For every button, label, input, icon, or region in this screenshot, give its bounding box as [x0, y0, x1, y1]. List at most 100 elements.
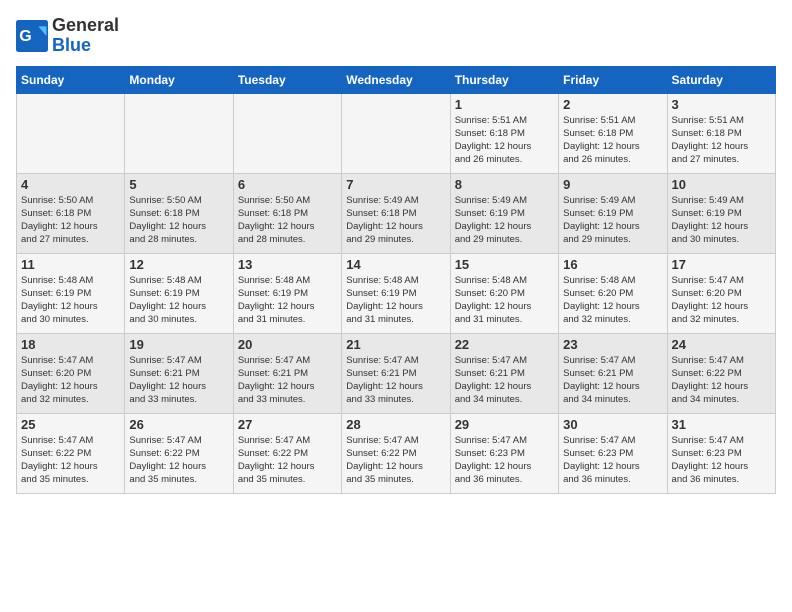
day-number: 20: [238, 337, 337, 352]
day-number: 29: [455, 417, 554, 432]
day-info: Sunrise: 5:47 AMSunset: 6:22 PMDaylight:…: [129, 434, 228, 487]
weekday-header-monday: Monday: [125, 66, 233, 93]
calendar-cell: 30 Sunrise: 5:47 AMSunset: 6:23 PMDayligh…: [559, 413, 667, 493]
calendar-cell: 2 Sunrise: 5:51 AMSunset: 6:18 PMDaylight…: [559, 93, 667, 173]
day-number: 2: [563, 97, 662, 112]
day-info: Sunrise: 5:47 AMSunset: 6:21 PMDaylight:…: [238, 354, 337, 407]
calendar-cell: 9 Sunrise: 5:49 AMSunset: 6:19 PMDaylight…: [559, 173, 667, 253]
day-info: Sunrise: 5:48 AMSunset: 6:19 PMDaylight:…: [238, 274, 337, 327]
calendar-cell: 28Sunrise: 5:47 AMSunset: 6:22 PMDayligh…: [342, 413, 450, 493]
calendar-cell: 8 Sunrise: 5:49 AMSunset: 6:19 PMDaylight…: [450, 173, 558, 253]
calendar-cell: 7Sunrise: 5:49 AMSunset: 6:18 PMDaylight…: [342, 173, 450, 253]
svg-text:G: G: [19, 28, 31, 45]
calendar-week-5: 25 Sunrise: 5:47 AMSunset: 6:22 PMDayligh…: [17, 413, 776, 493]
day-info: Sunrise: 5:47 AMSunset: 6:22 PMDaylight:…: [672, 354, 771, 407]
day-info: Sunrise: 5:50 AMSunset: 6:18 PMDaylight:…: [238, 194, 337, 247]
calendar-cell: 6 Sunrise: 5:50 AMSunset: 6:18 PMDaylight…: [233, 173, 341, 253]
day-number: 17: [672, 257, 771, 272]
day-number: 11: [21, 257, 120, 272]
calendar-cell: 24 Sunrise: 5:47 AMSunset: 6:22 PMDayligh…: [667, 333, 775, 413]
day-number: 4: [21, 177, 120, 192]
day-info: Sunrise: 5:47 AMSunset: 6:21 PMDaylight:…: [563, 354, 662, 407]
calendar-week-4: 18 Sunrise: 5:47 AMSunset: 6:20 PMDayligh…: [17, 333, 776, 413]
weekday-header-thursday: Thursday: [450, 66, 558, 93]
day-info: Sunrise: 5:49 AMSunset: 6:19 PMDaylight:…: [672, 194, 771, 247]
day-info: Sunrise: 5:50 AMSunset: 6:18 PMDaylight:…: [21, 194, 120, 247]
day-info: Sunrise: 5:48 AMSunset: 6:20 PMDaylight:…: [455, 274, 554, 327]
calendar-cell: 13 Sunrise: 5:48 AMSunset: 6:19 PMDayligh…: [233, 253, 341, 333]
calendar-cell: 16Sunrise: 5:48 AMSunset: 6:20 PMDayligh…: [559, 253, 667, 333]
weekday-header-wednesday: Wednesday: [342, 66, 450, 93]
day-number: 31: [672, 417, 771, 432]
weekday-header-saturday: Saturday: [667, 66, 775, 93]
weekday-header-row: SundayMondayTuesdayWednesdayThursdayFrid…: [17, 66, 776, 93]
weekday-header-sunday: Sunday: [17, 66, 125, 93]
day-info: Sunrise: 5:49 AMSunset: 6:19 PMDaylight:…: [563, 194, 662, 247]
day-number: 6: [238, 177, 337, 192]
day-number: 12: [129, 257, 228, 272]
calendar-cell: 15Sunrise: 5:48 AMSunset: 6:20 PMDayligh…: [450, 253, 558, 333]
day-info: Sunrise: 5:47 AMSunset: 6:22 PMDaylight:…: [21, 434, 120, 487]
calendar-cell: 22 Sunrise: 5:47 AMSunset: 6:21 PMDayligh…: [450, 333, 558, 413]
day-info: Sunrise: 5:47 AMSunset: 6:20 PMDaylight:…: [21, 354, 120, 407]
calendar-cell: 31 Sunrise: 5:47 AMSunset: 6:23 PMDayligh…: [667, 413, 775, 493]
calendar-cell: 25 Sunrise: 5:47 AMSunset: 6:22 PMDayligh…: [17, 413, 125, 493]
day-info: Sunrise: 5:47 AMSunset: 6:21 PMDaylight:…: [129, 354, 228, 407]
day-info: Sunrise: 5:47 AMSunset: 6:22 PMDaylight:…: [238, 434, 337, 487]
calendar-cell: [233, 93, 341, 173]
calendar-cell: 23Sunrise: 5:47 AMSunset: 6:21 PMDayligh…: [559, 333, 667, 413]
day-info: Sunrise: 5:47 AMSunset: 6:21 PMDaylight:…: [455, 354, 554, 407]
calendar-cell: [17, 93, 125, 173]
calendar-cell: 18 Sunrise: 5:47 AMSunset: 6:20 PMDayligh…: [17, 333, 125, 413]
calendar-week-2: 4 Sunrise: 5:50 AMSunset: 6:18 PMDaylight…: [17, 173, 776, 253]
day-number: 8: [455, 177, 554, 192]
calendar-cell: 14 Sunrise: 5:48 AMSunset: 6:19 PMDayligh…: [342, 253, 450, 333]
day-info: Sunrise: 5:47 AMSunset: 6:22 PMDaylight:…: [346, 434, 445, 487]
logo-general-text: General: [52, 15, 119, 35]
day-number: 25: [21, 417, 120, 432]
day-info: Sunrise: 5:47 AMSunset: 6:23 PMDaylight:…: [455, 434, 554, 487]
day-number: 26: [129, 417, 228, 432]
day-number: 18: [21, 337, 120, 352]
day-number: 22: [455, 337, 554, 352]
day-info: Sunrise: 5:48 AMSunset: 6:19 PMDaylight:…: [21, 274, 120, 327]
day-info: Sunrise: 5:47 AMSunset: 6:21 PMDaylight:…: [346, 354, 445, 407]
day-info: Sunrise: 5:48 AMSunset: 6:19 PMDaylight:…: [129, 274, 228, 327]
day-number: 27: [238, 417, 337, 432]
weekday-header-tuesday: Tuesday: [233, 66, 341, 93]
calendar-week-1: 1 Sunrise: 5:51 AMSunset: 6:18 PMDaylight…: [17, 93, 776, 173]
logo: G General Blue: [16, 16, 119, 56]
day-info: Sunrise: 5:48 AMSunset: 6:19 PMDaylight:…: [346, 274, 445, 327]
day-number: 5: [129, 177, 228, 192]
day-number: 19: [129, 337, 228, 352]
calendar-cell: 17Sunrise: 5:47 AMSunset: 6:20 PMDayligh…: [667, 253, 775, 333]
day-number: 14: [346, 257, 445, 272]
day-info: Sunrise: 5:49 AMSunset: 6:19 PMDaylight:…: [455, 194, 554, 247]
day-number: 24: [672, 337, 771, 352]
calendar-cell: [342, 93, 450, 173]
calendar-cell: 5 Sunrise: 5:50 AMSunset: 6:18 PMDaylight…: [125, 173, 233, 253]
calendar-cell: 4 Sunrise: 5:50 AMSunset: 6:18 PMDaylight…: [17, 173, 125, 253]
day-info: Sunrise: 5:47 AMSunset: 6:23 PMDaylight:…: [672, 434, 771, 487]
day-number: 13: [238, 257, 337, 272]
calendar-cell: 3Sunrise: 5:51 AMSunset: 6:18 PMDaylight…: [667, 93, 775, 173]
calendar-cell: 10 Sunrise: 5:49 AMSunset: 6:19 PMDayligh…: [667, 173, 775, 253]
calendar-cell: [125, 93, 233, 173]
day-number: 30: [563, 417, 662, 432]
calendar-cell: 1 Sunrise: 5:51 AMSunset: 6:18 PMDaylight…: [450, 93, 558, 173]
day-info: Sunrise: 5:47 AMSunset: 6:23 PMDaylight:…: [563, 434, 662, 487]
calendar-cell: 20 Sunrise: 5:47 AMSunset: 6:21 PMDayligh…: [233, 333, 341, 413]
calendar-cell: 21Sunrise: 5:47 AMSunset: 6:21 PMDayligh…: [342, 333, 450, 413]
day-number: 1: [455, 97, 554, 112]
day-info: Sunrise: 5:51 AMSunset: 6:18 PMDaylight:…: [563, 114, 662, 167]
calendar-cell: 29 Sunrise: 5:47 AMSunset: 6:23 PMDayligh…: [450, 413, 558, 493]
page-header: G General Blue: [16, 16, 776, 56]
day-info: Sunrise: 5:49 AMSunset: 6:18 PMDaylight:…: [346, 194, 445, 247]
calendar-week-3: 11 Sunrise: 5:48 AMSunset: 6:19 PMDayligh…: [17, 253, 776, 333]
calendar-cell: 26 Sunrise: 5:47 AMSunset: 6:22 PMDayligh…: [125, 413, 233, 493]
day-info: Sunrise: 5:50 AMSunset: 6:18 PMDaylight:…: [129, 194, 228, 247]
day-number: 9: [563, 177, 662, 192]
day-info: Sunrise: 5:51 AMSunset: 6:18 PMDaylight:…: [455, 114, 554, 167]
logo-icon: G: [16, 20, 48, 52]
day-number: 10: [672, 177, 771, 192]
